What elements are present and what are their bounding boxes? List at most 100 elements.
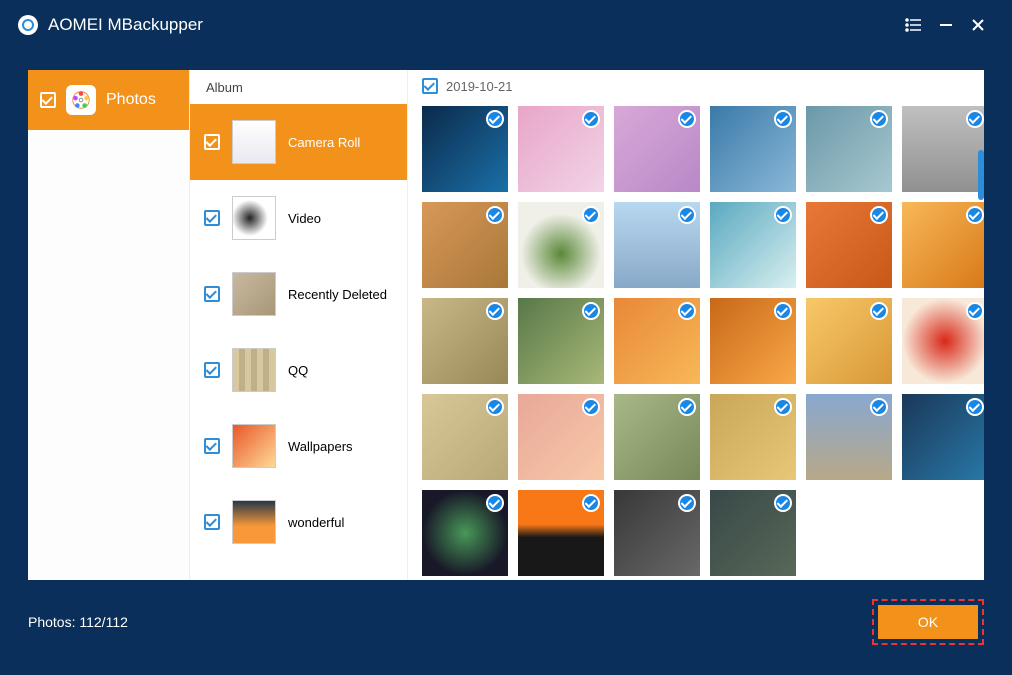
photo-thumbnail[interactable]: [518, 490, 604, 576]
photo-thumbnail[interactable]: [518, 202, 604, 288]
album-thumbnail: [232, 348, 276, 392]
photo-thumbnail[interactable]: [902, 298, 984, 384]
date-label: 2019-10-21: [446, 79, 513, 94]
photo-thumbnail[interactable]: [710, 490, 796, 576]
photo-thumbnail[interactable]: [518, 298, 604, 384]
photo-grid-panel: 2019-10-21: [408, 70, 984, 580]
album-label: QQ: [288, 363, 308, 378]
album-thumbnail: [232, 272, 276, 316]
app-title: AOMEI MBackupper: [48, 15, 203, 35]
menu-list-icon[interactable]: [898, 9, 930, 41]
selected-check-icon[interactable]: [486, 302, 504, 320]
photos-icon: [66, 85, 96, 115]
scrollbar-thumb[interactable]: [978, 150, 984, 200]
selected-check-icon[interactable]: [678, 398, 696, 416]
titlebar: AOMEI MBackupper: [0, 0, 1012, 50]
album-thumbnail: [232, 424, 276, 468]
selected-check-icon[interactable]: [678, 302, 696, 320]
photo-thumbnail[interactable]: [422, 298, 508, 384]
album-thumbnail: [232, 196, 276, 240]
selected-check-icon[interactable]: [582, 494, 600, 512]
photo-thumbnail[interactable]: [518, 394, 604, 480]
photo-thumbnail[interactable]: [422, 202, 508, 288]
sidebar-item-photos[interactable]: Photos: [28, 70, 189, 130]
selected-check-icon[interactable]: [870, 302, 888, 320]
photo-thumbnail[interactable]: [806, 106, 892, 192]
close-button[interactable]: [962, 9, 994, 41]
checkbox-icon[interactable]: [204, 514, 220, 530]
selected-check-icon[interactable]: [870, 110, 888, 128]
checkbox-icon[interactable]: [204, 438, 220, 454]
main-panel: Photos Album Camera Roll Video Recently De…: [28, 70, 984, 580]
photo-thumbnail[interactable]: [614, 202, 700, 288]
selected-check-icon[interactable]: [582, 110, 600, 128]
photo-thumbnail[interactable]: [614, 106, 700, 192]
selected-check-icon[interactable]: [486, 206, 504, 224]
selected-check-icon[interactable]: [774, 110, 792, 128]
selected-check-icon[interactable]: [678, 206, 696, 224]
album-label: wonderful: [288, 515, 344, 530]
selected-check-icon[interactable]: [774, 398, 792, 416]
photo-grid: [408, 102, 984, 580]
photo-thumbnail[interactable]: [710, 202, 796, 288]
album-label: Wallpapers: [288, 439, 353, 454]
photo-thumbnail[interactable]: [710, 298, 796, 384]
selected-check-icon[interactable]: [486, 398, 504, 416]
album-item-camera-roll[interactable]: Camera Roll: [190, 104, 407, 180]
photo-thumbnail[interactable]: [614, 298, 700, 384]
selected-check-icon[interactable]: [774, 302, 792, 320]
photo-thumbnail[interactable]: [806, 298, 892, 384]
checkbox-icon[interactable]: [204, 362, 220, 378]
selected-check-icon[interactable]: [582, 398, 600, 416]
selected-check-icon[interactable]: [678, 494, 696, 512]
photo-thumbnail[interactable]: [422, 490, 508, 576]
photo-thumbnail[interactable]: [806, 394, 892, 480]
photo-counter: Photos: 112/112: [28, 614, 128, 630]
footer: Photos: 112/112 OK: [28, 599, 984, 645]
photo-thumbnail[interactable]: [614, 394, 700, 480]
ok-highlight: OK: [872, 599, 984, 645]
photo-thumbnail[interactable]: [518, 106, 604, 192]
photo-thumbnail[interactable]: [614, 490, 700, 576]
album-thumbnail: [232, 500, 276, 544]
checkbox-icon[interactable]: [204, 210, 220, 226]
photo-thumbnail[interactable]: [422, 106, 508, 192]
album-label: Camera Roll: [288, 135, 360, 150]
app-logo-icon: [18, 15, 38, 35]
date-group-header[interactable]: 2019-10-21: [408, 70, 984, 102]
category-sidebar: Photos: [28, 70, 190, 580]
photo-thumbnail[interactable]: [902, 394, 984, 480]
selected-check-icon[interactable]: [486, 110, 504, 128]
photo-thumbnail[interactable]: [806, 202, 892, 288]
album-list: Album Camera Roll Video Recently Deleted QQ…: [190, 70, 408, 580]
selected-check-icon[interactable]: [678, 110, 696, 128]
album-item-wallpapers[interactable]: Wallpapers: [190, 408, 407, 484]
selected-check-icon[interactable]: [774, 206, 792, 224]
checkbox-icon[interactable]: [40, 92, 56, 108]
photo-thumbnail[interactable]: [902, 106, 984, 192]
album-item-recently-deleted[interactable]: Recently Deleted: [190, 256, 407, 332]
selected-check-icon[interactable]: [870, 206, 888, 224]
album-label: Recently Deleted: [288, 287, 387, 302]
album-thumbnail: [232, 120, 276, 164]
selected-check-icon[interactable]: [774, 494, 792, 512]
photo-thumbnail[interactable]: [710, 106, 796, 192]
album-item-video[interactable]: Video: [190, 180, 407, 256]
selected-check-icon[interactable]: [582, 302, 600, 320]
album-item-wonderful[interactable]: wonderful: [190, 484, 407, 560]
ok-button[interactable]: OK: [878, 605, 978, 639]
selected-check-icon[interactable]: [582, 206, 600, 224]
selected-check-icon[interactable]: [870, 398, 888, 416]
photo-thumbnail[interactable]: [422, 394, 508, 480]
album-header: Album: [190, 70, 407, 104]
sidebar-item-label: Photos: [106, 91, 156, 109]
photo-thumbnail[interactable]: [710, 394, 796, 480]
checkbox-icon[interactable]: [204, 134, 220, 150]
checkbox-icon[interactable]: [422, 78, 438, 94]
scrollbar[interactable]: [976, 70, 984, 580]
selected-check-icon[interactable]: [486, 494, 504, 512]
album-item-qq[interactable]: QQ: [190, 332, 407, 408]
checkbox-icon[interactable]: [204, 286, 220, 302]
minimize-button[interactable]: [930, 9, 962, 41]
photo-thumbnail[interactable]: [902, 202, 984, 288]
